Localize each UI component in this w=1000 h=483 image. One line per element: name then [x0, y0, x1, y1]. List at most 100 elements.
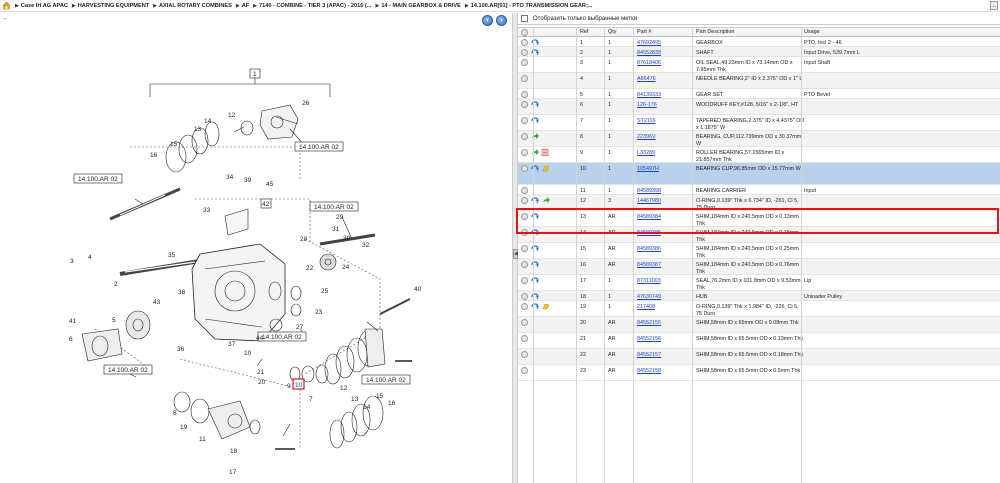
part-label[interactable]: 29	[336, 214, 344, 221]
exploded-parts-diagram[interactable]: 1 14.100.AR 02 14.100.AR 02 14.100.AR 02…	[0, 29, 512, 483]
part-label[interactable]: 15	[376, 393, 384, 400]
part-number-link[interactable]: 84552156	[637, 336, 661, 343]
part-label[interactable]: 14	[363, 404, 371, 411]
close-icon[interactable]: …	[990, 1, 998, 10]
part-label[interactable]: 7	[309, 396, 313, 403]
part-label[interactable]: 17	[229, 469, 237, 476]
add-to-cart-icon[interactable]	[521, 101, 528, 108]
part-number-link[interactable]: L33289	[637, 150, 655, 157]
table-row[interactable]: 10 1 105497H BEARING CUP,96.85mm OD x 15.77…	[518, 163, 1000, 185]
part-label[interactable]: 21	[257, 369, 265, 376]
part-label[interactable]: 28	[300, 236, 308, 243]
add-to-cart-icon[interactable]	[521, 133, 528, 140]
part-number-link[interactable]: 84589398	[637, 188, 661, 195]
add-to-cart-icon[interactable]	[521, 187, 528, 194]
part-number-link[interactable]: 84589384	[637, 214, 661, 221]
part-number-link[interactable]: 47692495	[637, 40, 661, 47]
part-number-link[interactable]: 84589386	[637, 246, 661, 253]
part-label[interactable]: 13	[351, 396, 359, 403]
table-row[interactable]: 21 AR 84552156 SHIM,58mm ID x 65.5mm OD x 0…	[518, 333, 1000, 349]
note-icon[interactable]	[542, 165, 550, 172]
add-to-cart-icon[interactable]	[521, 319, 528, 326]
part-label[interactable]: 34	[226, 174, 234, 181]
table-row[interactable]: 18 1 47630749 HUB Unloader Pulley	[518, 291, 1000, 301]
table-row[interactable]: 17 1 87311003 SEAL,76.2mm ID x 101.8mm OD x…	[518, 275, 1000, 291]
part-number-link[interactable]: 14467980	[637, 198, 661, 205]
note-icon[interactable]	[542, 303, 550, 310]
part-number-link[interactable]: 47630749	[637, 294, 661, 301]
part-label[interactable]: 9	[287, 383, 291, 390]
part-number-link[interactable]: 126-176	[637, 102, 657, 109]
alternate-part-icon[interactable]	[542, 197, 550, 204]
table-row[interactable]: 19 1 217408 O-RING,0.139" Thk x 1.984" ID, …	[518, 301, 1000, 317]
add-to-cart-icon[interactable]	[521, 335, 528, 342]
part-label[interactable]: 20	[258, 379, 266, 386]
add-to-cart-icon[interactable]	[521, 91, 528, 98]
part-label[interactable]: 45	[266, 181, 274, 188]
header-part[interactable]: Part #	[637, 29, 651, 36]
part-label[interactable]: 38	[178, 289, 186, 296]
part-number-link[interactable]: ST2116	[637, 118, 655, 125]
table-row[interactable]: 3 1 87618406 OIL SEAL,49.23mm ID x 73.14mm …	[518, 57, 1000, 73]
table-row[interactable]: 4 1 A66476 NEEDLE BEARING,2" ID x 2.375" OD…	[518, 73, 1000, 89]
part-label[interactable]: 44	[256, 335, 264, 342]
add-to-cart-icon[interactable]	[521, 117, 528, 124]
table-row[interactable]: 7 1 ST2116 TAPERED BEARING,2.375" ID x 4.43…	[518, 115, 1000, 131]
breadcrumb-item[interactable]: HARVESTING EQUIPMENT	[78, 3, 149, 9]
table-row[interactable]: 11 1 84589398 BEARING CARRIER Input	[518, 185, 1000, 195]
part-label[interactable]: 30	[343, 235, 351, 242]
add-to-cart-icon[interactable]	[521, 59, 528, 66]
show-selected-only-checkbox[interactable]	[521, 15, 528, 22]
part-label[interactable]: 25	[321, 288, 329, 295]
part-label[interactable]: 10	[244, 350, 252, 357]
add-to-cart-icon[interactable]	[521, 149, 528, 156]
part-number-link[interactable]: 84139333	[637, 92, 661, 99]
part-number-link[interactable]: 87618406	[637, 60, 661, 67]
part-label[interactable]: 27	[296, 324, 304, 331]
breadcrumb-item[interactable]: Case IH AG APAC	[21, 3, 68, 9]
part-label[interactable]: 33	[203, 207, 211, 214]
breadcrumb-item[interactable]: AXIAL ROTARY COMBINES	[159, 3, 232, 9]
table-row[interactable]: 9 1 L33289 ROLLER BEARING,57.1565mm ID x 21…	[518, 147, 1000, 163]
breadcrumb-item[interactable]: 7140 - COMBINE - TIER 3 (APAC) - 2016 (.…	[259, 3, 371, 9]
add-to-cart-icon[interactable]	[521, 261, 528, 268]
part-label[interactable]: 16	[150, 152, 158, 159]
header-usage[interactable]: Usage	[804, 29, 994, 36]
previous-diagram-button[interactable]: ‹	[482, 15, 493, 26]
part-label[interactable]: 2	[114, 281, 118, 288]
part-label[interactable]: 31	[332, 226, 340, 233]
add-to-cart-icon[interactable]	[521, 49, 528, 56]
add-to-cart-icon[interactable]	[521, 293, 528, 300]
part-label[interactable]: 5	[112, 317, 116, 324]
part-label[interactable]: 23	[315, 309, 323, 316]
part-label[interactable]: 8	[173, 410, 177, 417]
part-number-link[interactable]: 87311003	[637, 278, 661, 285]
part-label[interactable]: 36	[177, 346, 185, 353]
breadcrumb-item[interactable]: 14 - MAIN GEARBOX & DRIVE	[381, 3, 461, 9]
part-label[interactable]: 14	[204, 118, 212, 125]
add-to-cart-icon[interactable]	[521, 197, 528, 204]
table-row[interactable]: 5 1 84139333 GEAR SET PTO Bevel	[518, 89, 1000, 99]
part-label[interactable]: 12	[340, 385, 348, 392]
part-label[interactable]: 16	[388, 400, 396, 407]
part-label[interactable]: 35	[168, 252, 176, 259]
add-to-cart-icon[interactable]	[521, 229, 528, 236]
add-to-cart-icon[interactable]	[521, 351, 528, 358]
part-label[interactable]: 19	[180, 424, 188, 431]
part-number-link[interactable]: 84552155	[637, 320, 661, 327]
part-number-link[interactable]: 105497H	[637, 166, 659, 173]
table-row[interactable]: 13 AR 84589384 SHIM,184mm ID x 240.5mm OD x…	[518, 211, 1000, 227]
part-label[interactable]: 41	[69, 318, 77, 325]
breadcrumb-item[interactable]: AF	[242, 3, 249, 9]
add-to-cart-icon[interactable]	[521, 75, 528, 82]
table-row[interactable]: 23 AR 84552158 SHIM,58mm ID x 65.5mm OD x 0…	[518, 365, 1000, 381]
header-select-icon[interactable]	[521, 29, 531, 36]
part-number-link[interactable]: 84552158	[637, 368, 661, 375]
add-to-cart-icon[interactable]	[521, 277, 528, 284]
add-to-cart-icon[interactable]	[521, 245, 528, 252]
part-label[interactable]: 18	[230, 448, 238, 455]
part-label[interactable]: 15	[170, 141, 178, 148]
table-row[interactable]: 8 1 22396V BEARING, CUP,112.739mm OD x 30.3…	[518, 131, 1000, 147]
add-to-cart-icon[interactable]	[521, 213, 528, 220]
table-row[interactable]: 22 AR 84552157 SHIM,58mm ID x 65.5mm OD x 0…	[518, 349, 1000, 365]
